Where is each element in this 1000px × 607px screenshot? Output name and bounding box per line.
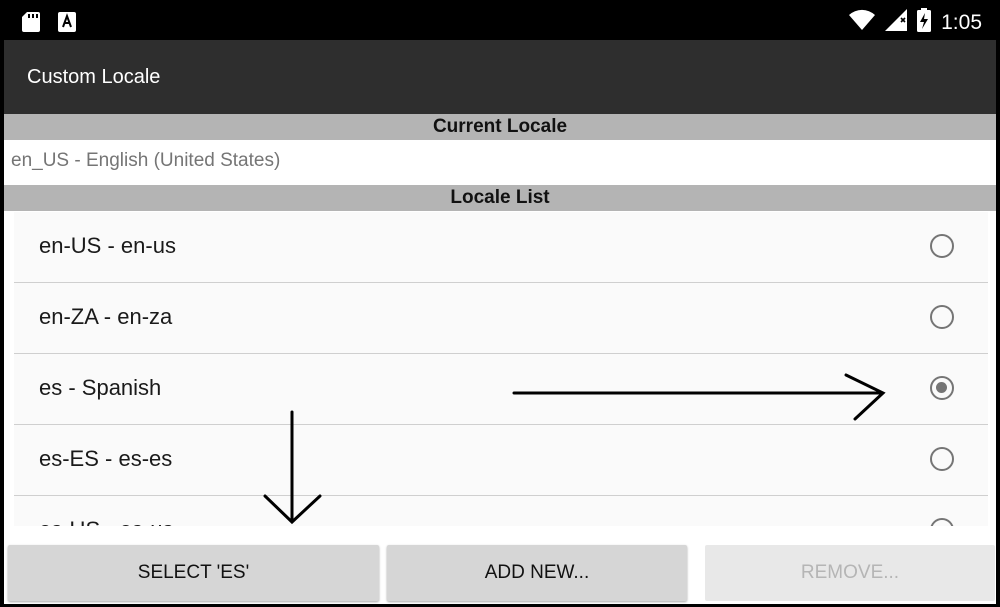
locale-item-label: es-US - es-us: [39, 517, 173, 526]
radio-button[interactable]: [930, 305, 954, 329]
wifi-icon: [849, 9, 876, 36]
app-toolbar: Custom Locale: [4, 40, 996, 114]
locale-item-label: es - Spanish: [39, 375, 162, 400]
add-new-button[interactable]: ADD NEW...: [387, 545, 687, 601]
locale-list[interactable]: en-US - en-us en-ZA - en-za es - Spanish…: [14, 212, 988, 526]
locale-item-label: en-ZA - en-za: [39, 304, 173, 329]
radio-button[interactable]: [930, 447, 954, 471]
radio-button-selected[interactable]: [930, 376, 954, 400]
list-item[interactable]: es-ES - es-es: [14, 425, 988, 496]
battery-charging-icon: [917, 8, 932, 37]
status-bar: 1:05: [4, 4, 996, 40]
signal-icon: [885, 9, 908, 36]
locale-item-label: es-ES - es-es: [39, 446, 173, 471]
list-item[interactable]: es-US - es-us: [14, 496, 988, 526]
device-screen: 1:05 Custom Locale Current Locale en_US …: [0, 0, 1000, 607]
app-title: Custom Locale: [27, 66, 161, 88]
current-locale-header: Current Locale: [4, 114, 996, 140]
current-locale-value: en_US - English (United States): [11, 150, 281, 171]
radio-button[interactable]: [930, 518, 954, 526]
sd-card-icon: [22, 12, 40, 37]
remove-button[interactable]: REMOVE...: [705, 545, 995, 601]
radio-button[interactable]: [930, 234, 954, 258]
list-item[interactable]: en-US - en-us: [14, 212, 988, 283]
keyboard-a-icon: [58, 12, 76, 37]
list-item[interactable]: en-ZA - en-za: [14, 283, 988, 354]
status-time: 1:05: [941, 10, 982, 34]
select-locale-button[interactable]: SELECT 'ES': [8, 545, 379, 601]
locale-item-label: en-US - en-us: [39, 233, 176, 258]
locale-list-header: Locale List: [4, 185, 996, 211]
list-item[interactable]: es - Spanish: [14, 354, 988, 425]
